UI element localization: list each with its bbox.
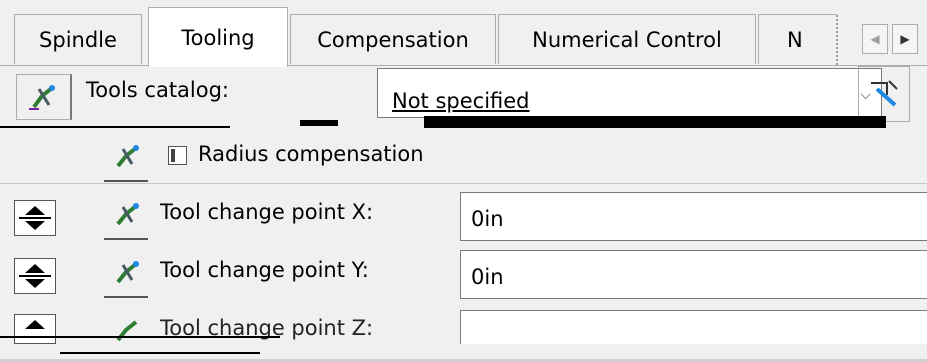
tool-icon-underline: [104, 296, 148, 298]
artifact-bar: [424, 116, 886, 128]
spin-up-icon: [25, 264, 45, 273]
tool-change-y-spinner[interactable]: [14, 258, 56, 294]
tab-tooling-label: Tooling: [181, 25, 255, 50]
tool-change-y-field[interactable]: 0in: [460, 250, 927, 299]
tool-icon-underline: [104, 238, 148, 240]
spin-up-icon: [25, 320, 45, 329]
tab-strip: Spindle Tooling Compensation Numerical C…: [0, 0, 927, 67]
chevron-left-icon: ◀: [870, 32, 880, 46]
tool-change-y-value: 0in: [471, 265, 504, 289]
tooling-panel: Tools catalog: Not specified ⌵ Radius co…: [0, 66, 927, 362]
spin-separator: [19, 275, 51, 277]
artifact-bar: [60, 352, 260, 354]
tool-icon: [29, 85, 55, 110]
tab-compensation[interactable]: Compensation: [290, 14, 496, 64]
tools-catalog-select[interactable]: Not specified ⌵: [377, 68, 882, 118]
tool-change-z-spinner[interactable]: [14, 314, 56, 344]
tab-cut-edge: [820, 15, 838, 65]
tool-change-x-spinner[interactable]: [14, 200, 56, 236]
tools-catalog-value: Not specified: [392, 89, 530, 113]
tool-change-y-label: Tool change point Y:: [160, 258, 369, 282]
tab-compensation-label: Compensation: [317, 27, 469, 52]
tool-change-x-value: 0in: [471, 207, 504, 231]
tab-numerical-control-label: Numerical Control: [532, 27, 722, 52]
artifact-bar: [0, 126, 230, 128]
tab-next-partial[interactable]: N: [758, 14, 838, 65]
tool-icon: [116, 203, 139, 226]
spin-down-icon: [25, 279, 45, 288]
spin-down-icon: [25, 221, 45, 230]
tool-icon: [116, 320, 138, 342]
tab-spindle-label: Spindle: [39, 27, 117, 52]
tab-numerical-control[interactable]: Numerical Control: [498, 14, 756, 64]
spin-up-icon: [25, 206, 45, 215]
tools-catalog-button[interactable]: [16, 74, 72, 120]
radius-compensation-checkbox[interactable]: [168, 146, 187, 165]
radius-compensation-label: Radius compensation: [198, 142, 424, 166]
pick-tool-button[interactable]: [858, 66, 910, 122]
pick-tool-icon: [871, 80, 898, 107]
tool-change-x-field[interactable]: 0in: [460, 192, 927, 241]
artifact-bar: [300, 120, 338, 126]
tab-spindle[interactable]: Spindle: [14, 14, 142, 64]
tool-change-z-field[interactable]: [460, 310, 927, 344]
row-divider: [0, 183, 927, 184]
tab-next-partial-label: N: [787, 27, 803, 52]
tool-change-x-label: Tool change point X:: [160, 200, 374, 224]
tab-scroll-left-button[interactable]: ◀: [862, 24, 888, 54]
tab-scroll-right-button[interactable]: ▶: [892, 24, 918, 54]
chevron-right-icon: ▶: [900, 32, 910, 46]
tool-icon: [116, 145, 139, 168]
tool-icon-underline: [104, 180, 148, 182]
artifact-bar: [0, 336, 280, 338]
spin-separator: [19, 217, 51, 219]
tab-tooling[interactable]: Tooling: [148, 7, 288, 67]
tools-catalog-label: Tools catalog:: [86, 78, 230, 102]
tool-icon: [116, 261, 139, 284]
